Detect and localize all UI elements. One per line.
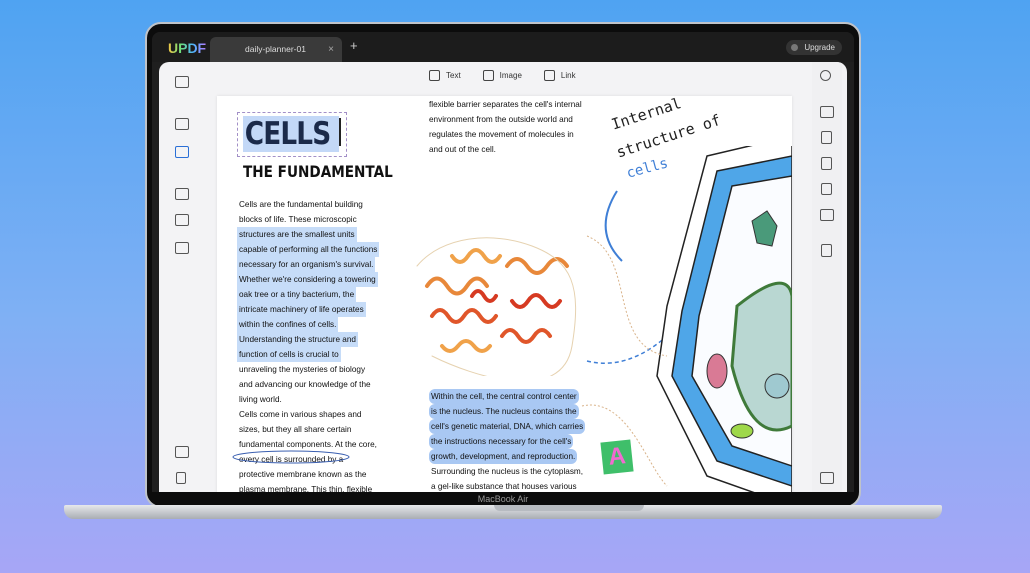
text-line[interactable]: and advancing our knowledge of the — [237, 377, 373, 392]
text-line[interactable]: regulates the movement of molecules in — [427, 127, 576, 142]
text-line[interactable]: Cells come in various shapes and — [237, 407, 363, 422]
upgrade-label: Upgrade — [804, 43, 835, 52]
edit-pdf-icon[interactable] — [175, 146, 189, 158]
title-bar: UPDF daily-planner-01 × + Upgrade — [152, 32, 854, 62]
right-column-top-text: known as the plasma membrane. This thin,… — [427, 96, 587, 157]
text-line[interactable]: Within the cell, the central control cen… — [429, 389, 579, 404]
text-line[interactable]: unraveling the mysteries of biology — [237, 362, 367, 377]
save-icon[interactable] — [821, 244, 832, 257]
plant-cell-illustration — [581, 146, 792, 492]
right-column-bottom-text: Within the cell, the central control cen… — [429, 389, 586, 492]
page-title[interactable]: CELLS — [243, 116, 339, 152]
sticker[interactable]: A — [600, 439, 634, 475]
tab-daily-planner[interactable]: daily-planner-01 × — [210, 37, 342, 62]
text-line[interactable]: oak tree or a tiny bacterium, the — [237, 287, 357, 302]
text-line[interactable]: capable of performing all the functions — [237, 242, 380, 257]
text-line[interactable]: plasma membrane. This thin, flexible — [237, 482, 374, 492]
image-icon — [482, 70, 494, 81]
text-line[interactable]: is the nucleus. The nucleus contains the — [429, 404, 579, 419]
text-line[interactable]: growth, development, and reproduction. — [429, 449, 578, 464]
bookmark-icon[interactable] — [176, 472, 186, 484]
text-line[interactable]: living world. — [237, 392, 284, 407]
add-text-button[interactable]: Text — [429, 70, 461, 81]
chat-icon[interactable] — [820, 472, 834, 484]
text-line[interactable]: Understanding the structure and — [237, 332, 358, 347]
text-line[interactable]: structures are the smallest units — [237, 227, 357, 242]
link-icon — [543, 70, 555, 81]
text-line[interactable]: intricate machinery of life operates — [237, 302, 366, 317]
text-line[interactable]: blocks of life. These microscopic — [237, 212, 359, 227]
link-label: Link — [560, 71, 576, 80]
right-sidebar — [812, 62, 842, 492]
laptop-base — [64, 505, 942, 519]
page-subtitle[interactable]: THE FUNDAMENTAL — [243, 162, 393, 181]
text-line[interactable]: flexible barrier separates the cell's in… — [427, 97, 584, 112]
protect-icon[interactable] — [821, 157, 832, 170]
email-icon[interactable] — [820, 209, 834, 221]
ocr-icon[interactable] — [820, 106, 834, 118]
text-line[interactable]: necessary for an organism's survival. — [237, 257, 376, 272]
text-label: Text — [446, 71, 461, 80]
updf-logo: UPDF — [168, 40, 207, 56]
upgrade-button[interactable]: Upgrade — [786, 40, 842, 55]
text-line[interactable]: a gel-like substance that houses various — [429, 479, 579, 492]
convert-icon[interactable] — [821, 131, 832, 144]
pdf-page: CELLS THE FUNDAMENTAL Cells are the fund… — [217, 96, 792, 492]
add-link-button[interactable]: Link — [543, 70, 576, 81]
text-line[interactable]: Whether we're considering a towering — [237, 272, 378, 287]
text-line[interactable]: the instructions necessary for the cell'… — [429, 434, 574, 449]
device-label: MacBook Air — [477, 494, 529, 504]
tab-label: daily-planner-01 — [245, 44, 306, 54]
laptop: UPDF daily-planner-01 × + Upgrade Text Im… — [145, 22, 861, 508]
text-icon — [429, 70, 440, 81]
forms-icon[interactable] — [175, 242, 189, 254]
text-line[interactable]: and out of the cell. — [427, 142, 498, 157]
crop-icon[interactable] — [175, 214, 189, 226]
left-sidebar — [164, 62, 200, 492]
app-window: Text Image Link CELLS THE FUNDAMENTAL Ce… — [159, 62, 847, 492]
comment-icon[interactable] — [175, 118, 189, 130]
text-line[interactable]: within the confines of cells. — [237, 317, 339, 332]
reader-icon[interactable] — [175, 76, 189, 88]
add-image-button[interactable]: Image — [482, 70, 522, 81]
text-line[interactable]: cell's genetic material, DNA, which carr… — [429, 419, 586, 434]
circle-annotation — [232, 450, 350, 464]
text-cursor — [339, 118, 341, 146]
text-line[interactable]: function of cells is crucial to — [237, 347, 341, 362]
text-line[interactable]: protective membrane known as the — [237, 467, 368, 482]
share-icon[interactable] — [821, 183, 832, 195]
organize-pages-icon[interactable] — [175, 188, 189, 200]
text-line[interactable]: Cells are the fundamental building — [237, 197, 365, 212]
upgrade-icon — [791, 44, 799, 51]
close-tab-icon[interactable]: × — [328, 37, 334, 62]
text-line[interactable]: Surrounding the nucleus is the cytoplasm… — [429, 464, 585, 479]
image-label: Image — [499, 71, 522, 80]
screen: UPDF daily-planner-01 × + Upgrade Text Im… — [152, 32, 854, 492]
layers-icon[interactable] — [175, 446, 189, 458]
text-line[interactable]: environment from the outside world and — [427, 112, 575, 127]
laptop-notch — [494, 505, 644, 511]
edit-toolbar: Text Image Link — [429, 70, 576, 81]
search-icon[interactable] — [820, 70, 831, 81]
new-tab-button[interactable]: + — [350, 38, 358, 53]
protein-image — [416, 237, 577, 376]
text-line[interactable]: sizes, but they all share certain — [237, 422, 353, 437]
